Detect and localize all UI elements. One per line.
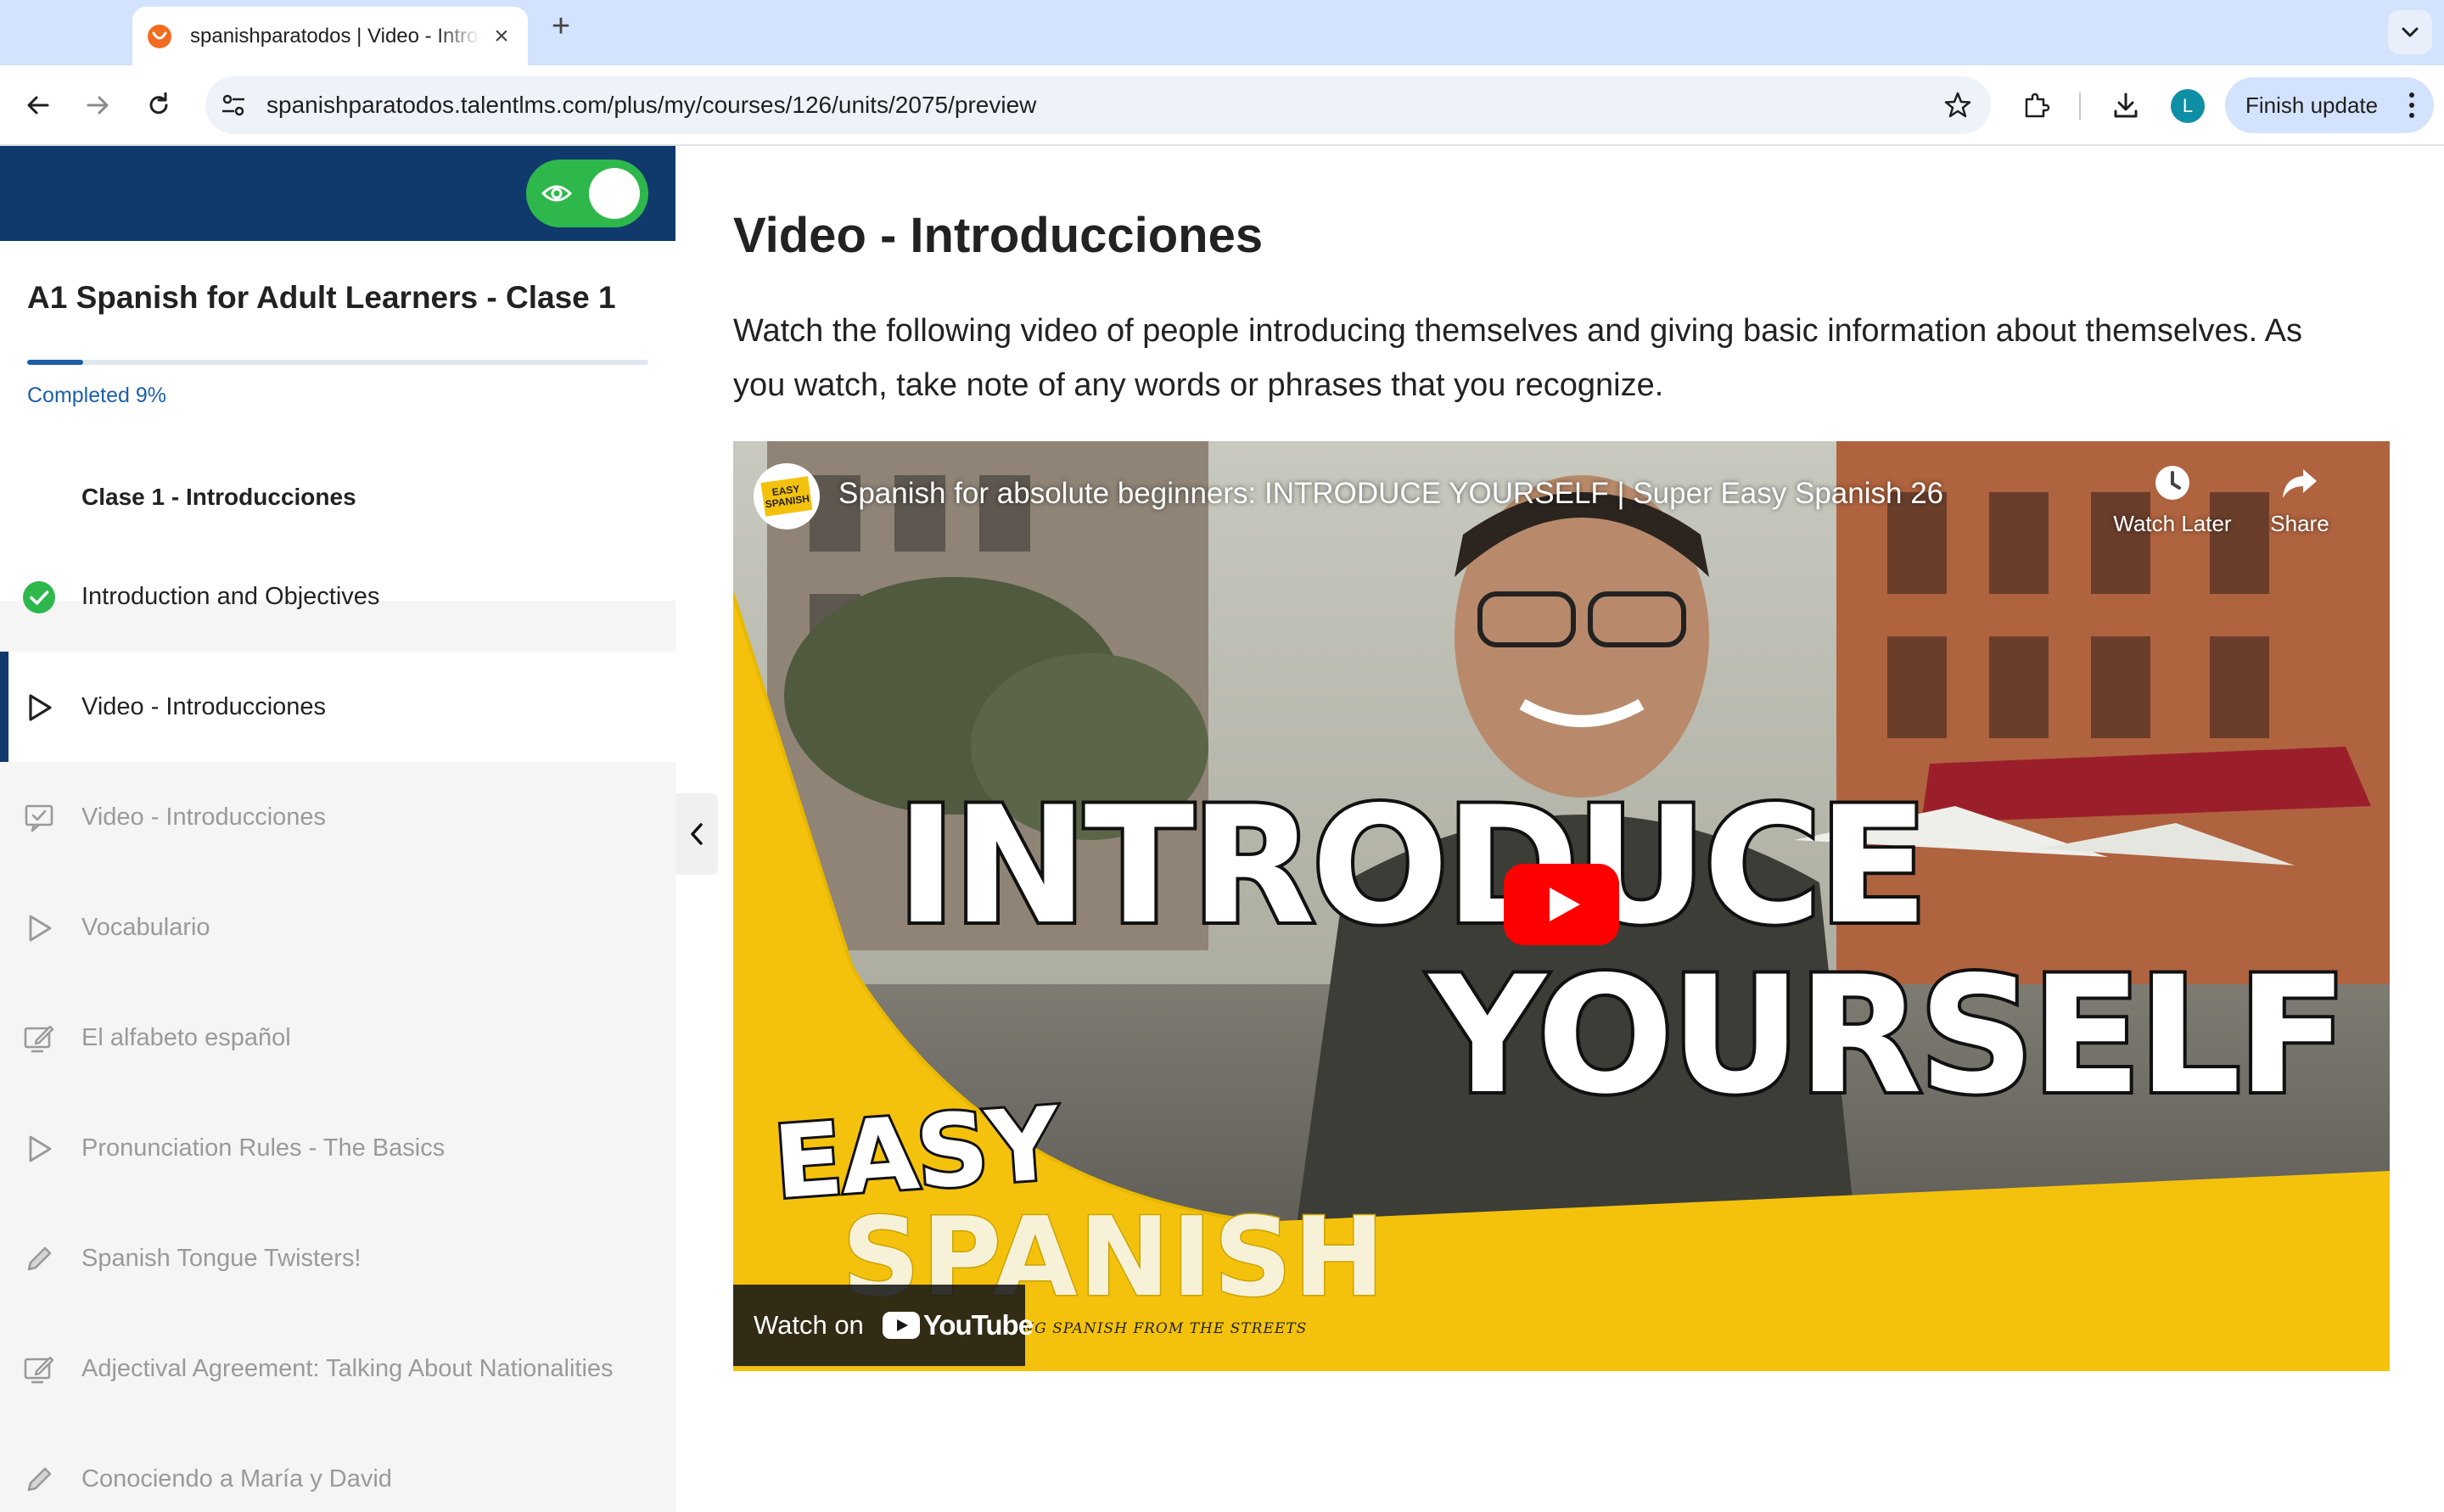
unit-item-label: Adjectival Agreement: Talking About Nati… xyxy=(81,1355,614,1382)
unit-item-label: Video - Introducciones xyxy=(81,804,327,831)
share-button[interactable]: Share xyxy=(2232,463,2368,537)
edit-screen-icon xyxy=(22,1022,56,1056)
unit-item-introduction[interactable]: Introduction and Objectives xyxy=(0,541,675,652)
unit-item-label: Conociendo a María y David xyxy=(81,1465,392,1492)
unit-item-label: Video - Introducciones xyxy=(81,693,327,720)
chevron-down-icon xyxy=(2402,27,2419,37)
tab-close-icon[interactable]: × xyxy=(489,22,514,50)
unit-item-label: Pronunciation Rules - The Basics xyxy=(81,1134,446,1162)
arrow-right-icon xyxy=(87,96,109,115)
unit-description: Watch the following video of people intr… xyxy=(733,313,2302,403)
unit-item-label: Vocabulario xyxy=(81,914,210,941)
share-arrow-icon xyxy=(2280,463,2319,502)
eye-icon xyxy=(541,185,572,202)
forward-button[interactable] xyxy=(78,86,117,125)
clock-icon xyxy=(2153,463,2192,502)
tab-search-button[interactable] xyxy=(2388,10,2432,54)
unit-item-label: El alfabeto español xyxy=(81,1024,291,1051)
course-progress-fill xyxy=(27,360,83,365)
reload-icon xyxy=(149,92,168,115)
thumbnail-text-yourself: YOURSELF xyxy=(1426,938,2351,1133)
collapse-sidebar-button[interactable] xyxy=(675,793,718,875)
download-icon xyxy=(2114,92,2138,118)
pencil-icon xyxy=(22,1463,56,1497)
course-progress-bar xyxy=(27,360,648,365)
play-outline-icon xyxy=(22,691,56,725)
unit-item-vocabulario[interactable]: Vocabulario xyxy=(0,872,675,983)
profile-avatar[interactable]: L xyxy=(2171,89,2205,123)
reload-button[interactable] xyxy=(139,86,178,125)
more-vertical-icon xyxy=(2408,92,2415,118)
thumbnail-text-introduce: INTRODUCE xyxy=(893,769,1931,963)
watch-later-label: Watch Later xyxy=(2113,511,2232,536)
course-sidebar: A1 Spanish for Adult Learners - Clase 1 … xyxy=(0,146,675,1512)
url-text[interactable]: spanishparatodos.talentlms.com/plus/my/c… xyxy=(266,76,1036,134)
brand-tagline: ...NG SPANISH FROM THE STREETS xyxy=(1005,1320,1308,1337)
sidebar-header xyxy=(0,146,675,241)
watch-on-youtube-button[interactable]: Watch on YouTube xyxy=(733,1285,1034,1366)
play-outline-icon xyxy=(22,911,56,945)
arrow-left-icon xyxy=(27,96,49,115)
unit-item-conociendo[interactable]: Conociendo a María y David xyxy=(0,1424,675,1512)
talentlms-favicon-icon xyxy=(148,24,171,48)
section-title: Clase 1 - Introducciones xyxy=(81,484,356,510)
unit-item-pronunciation[interactable]: Pronunciation Rules - The Basics xyxy=(0,1093,675,1203)
pencil-icon xyxy=(22,1242,56,1276)
youtube-embed[interactable]: EASY SPANISH Spanish for absolute beginn… xyxy=(733,441,2390,1371)
unit-item-adjectival-agreement[interactable]: Adjectival Agreement: Talking About Nati… xyxy=(0,1313,675,1424)
course-progress-label: Completed 9% xyxy=(27,384,166,407)
preview-toggle[interactable] xyxy=(526,160,648,227)
finish-update-label: Finish update xyxy=(2245,92,2379,118)
unit-item-tongue-twisters[interactable]: Spanish Tongue Twisters! xyxy=(0,1203,675,1313)
channel-logo-text: EASY SPANISH xyxy=(760,476,813,517)
toolbar-separator xyxy=(2079,92,2081,120)
toggle-knob xyxy=(589,168,640,219)
watch-later-button[interactable]: Watch Later xyxy=(2105,463,2240,537)
course-title: A1 Spanish for Adult Learners - Clase 1 xyxy=(27,280,616,315)
youtube-logo-icon: YouTube xyxy=(882,1309,1034,1341)
play-button-icon[interactable] xyxy=(1504,864,1619,945)
tab-title: spanishparatodos | Video - Introduccione… xyxy=(190,24,480,48)
share-label: Share xyxy=(2270,511,2329,536)
unit-item-video-assignment[interactable]: Video - Introducciones xyxy=(0,762,675,872)
unit-title: Video - Introducciones xyxy=(733,208,1264,263)
downloads-button[interactable] xyxy=(2106,86,2145,125)
check-circle-icon xyxy=(22,580,56,614)
watch-on-label: Watch on xyxy=(754,1310,864,1340)
unit-item-video-active[interactable]: Video - Introducciones xyxy=(0,652,675,762)
comment-screen-icon xyxy=(22,801,56,835)
new-tab-button[interactable]: + xyxy=(547,8,575,44)
address-bar[interactable]: spanishparatodos.talentlms.com/plus/my/c… xyxy=(205,76,1991,134)
youtube-wordmark: YouTube xyxy=(922,1309,1034,1341)
unit-item-label: Spanish Tongue Twisters! xyxy=(81,1245,362,1272)
finish-update-button[interactable]: Finish update xyxy=(2225,77,2434,133)
back-button[interactable] xyxy=(19,86,58,125)
edit-screen-icon xyxy=(22,1352,56,1386)
channel-logo[interactable]: EASY SPANISH xyxy=(754,463,820,529)
bookmark-star-icon[interactable] xyxy=(1943,91,1972,120)
chevron-left-icon xyxy=(691,823,703,845)
browser-toolbar: spanishparatodos.talentlms.com/plus/my/c… xyxy=(0,65,2444,146)
unit-list: Clase 1 - Introducciones Introduction an… xyxy=(0,453,675,1512)
unit-item-label: Introduction and Objectives xyxy=(81,583,380,610)
browser-tab-active[interactable]: spanishparatodos | Video - Introduccione… xyxy=(132,7,528,65)
site-settings-icon[interactable] xyxy=(221,93,246,117)
extensions-button[interactable] xyxy=(2016,86,2055,125)
puzzle-icon xyxy=(2025,92,2050,118)
play-outline-icon xyxy=(22,1132,56,1166)
unit-item-alfabeto[interactable]: El alfabeto español xyxy=(0,983,675,1093)
browser-tabstrip: spanishparatodos | Video - Introduccione… xyxy=(0,0,2444,65)
video-title[interactable]: Spanish for absolute beginners: INTRODUC… xyxy=(838,477,1943,511)
